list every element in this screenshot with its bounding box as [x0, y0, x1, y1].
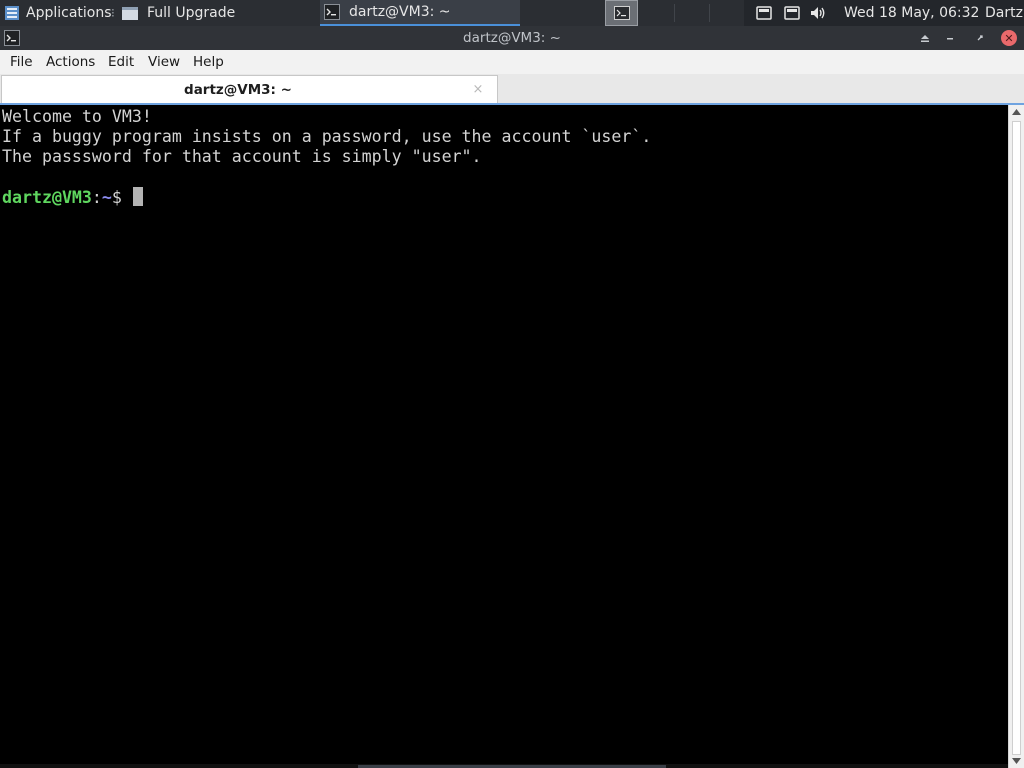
menu-actions[interactable]: Actions [46, 50, 95, 74]
applications-menu-icon [5, 6, 19, 20]
maximize-button[interactable] [971, 29, 989, 47]
window-title: dartz@VM3: ~ [463, 30, 561, 46]
network-icon[interactable] [784, 0, 800, 26]
scroll-down-icon[interactable] [1011, 756, 1022, 766]
shade-button[interactable] [916, 29, 934, 47]
minimize-button[interactable] [941, 29, 959, 47]
scrollbar-thumb[interactable] [1012, 121, 1021, 755]
panel-divider [674, 4, 675, 22]
panel-divider [709, 4, 710, 22]
terminal-line: Welcome to VM3! [2, 107, 152, 126]
terminal-line: The passsword for that account is simply… [2, 147, 482, 166]
terminal-prompt-line: dartz@VM3:~$ [2, 187, 143, 208]
network-icon[interactable] [756, 0, 772, 26]
prompt-colon: : [91, 188, 102, 207]
terminal-line: If a buggy program insists on a password… [2, 127, 652, 146]
tab-terminal[interactable]: dartz@VM3: ~ × [1, 75, 498, 104]
applications-label: Applications [26, 5, 112, 21]
workspace-switcher[interactable] [605, 0, 638, 26]
applications-menu[interactable]: Applications [4, 0, 112, 26]
close-button[interactable]: ✕ [1001, 30, 1017, 46]
prompt-path: ~ [101, 188, 112, 207]
prompt-symbol: $ [111, 188, 132, 207]
tab-close-icon[interactable]: × [470, 82, 486, 98]
text-cursor [132, 187, 143, 206]
window-titlebar[interactable]: dartz@VM3: ~ ✕ [0, 26, 1024, 50]
minimize-icon [947, 38, 953, 40]
panel-separator: ⁝ [111, 6, 115, 20]
user-menu[interactable]: Dartz [985, 0, 1023, 26]
close-icon: ✕ [1004, 31, 1014, 45]
menu-file[interactable]: File [10, 50, 33, 74]
taskbar-item-full-upgrade[interactable]: Full Upgrade [122, 0, 312, 26]
menu-help[interactable]: Help [193, 50, 224, 74]
tab-label: dartz@VM3: ~ [184, 82, 292, 98]
eject-icon [921, 35, 929, 42]
clock[interactable]: Wed 18 May, 06:32 [844, 0, 979, 26]
window-icon [122, 6, 138, 20]
prompt-user-host: dartz@VM3 [2, 188, 92, 207]
menu-view[interactable]: View [148, 50, 180, 74]
scroll-up-icon[interactable] [1011, 107, 1022, 117]
terminal-output[interactable]: Welcome to VM3! If a buggy program insis… [0, 105, 1008, 768]
menu-bar: File Actions Edit View Help [0, 50, 1024, 75]
taskbar-item-terminal[interactable]: dartz@VM3: ~ [320, 0, 520, 26]
terminal-icon [324, 4, 340, 20]
taskbar-item-label: dartz@VM3: ~ [349, 4, 451, 20]
taskbar-item-label: Full Upgrade [147, 5, 236, 21]
maximize-icon [977, 35, 983, 41]
volume-icon[interactable] [809, 0, 827, 26]
top-panel: Applications ⁝ Full Upgrade dartz@VM3: ~ [0, 0, 1024, 26]
system-tray: Wed 18 May, 06:32 Dartz [744, 0, 1024, 26]
tab-bar: dartz@VM3: ~ × [0, 74, 1024, 104]
terminal-scrollbar[interactable] [1008, 105, 1024, 768]
menu-edit[interactable]: Edit [108, 50, 134, 74]
terminal-icon [613, 6, 630, 20]
